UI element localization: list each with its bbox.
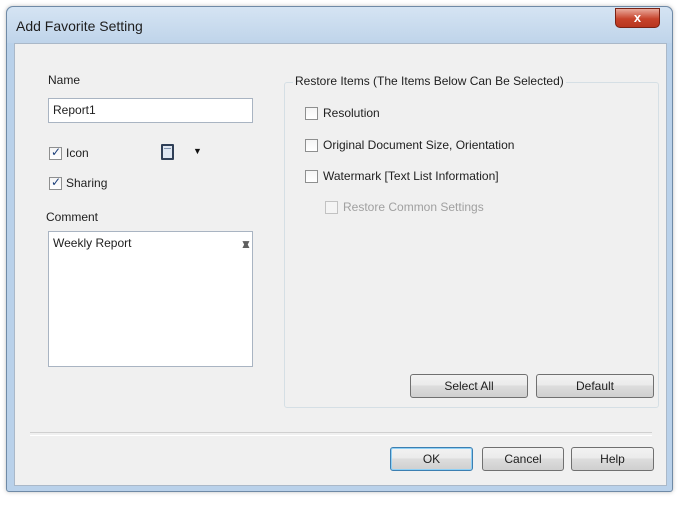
resolution-checkbox[interactable] — [305, 107, 318, 120]
original-document-size-label: Original Document Size, Orientation — [323, 138, 515, 152]
restore-items-group-title: Restore Items (The Items Below Can Be Se… — [293, 74, 566, 88]
comment-field-value: Weekly Report — [53, 236, 132, 250]
sharing-checkbox[interactable] — [49, 175, 62, 190]
chevron-down-icon: ▼ — [193, 146, 202, 156]
dialog-title: Add Favorite Setting — [16, 18, 143, 34]
watermark-checkbox[interactable] — [305, 170, 318, 183]
ok-button[interactable]: OK — [390, 447, 473, 471]
icon-checkbox[interactable] — [49, 145, 62, 160]
restore-common-settings-label: Restore Common Settings — [343, 200, 484, 214]
icon-checkbox-label: Icon — [66, 146, 89, 160]
resolution-label: Resolution — [323, 106, 380, 120]
original-document-size-checkbox[interactable] — [305, 139, 318, 152]
name-label: Name — [48, 73, 81, 87]
select-all-button[interactable]: Select All — [410, 374, 528, 398]
restore-common-settings-checkbox[interactable] — [325, 201, 338, 214]
comment-scrollbar[interactable]: ▲ ▼ — [236, 233, 252, 365]
close-icon: x — [633, 10, 642, 25]
title-bar[interactable]: Add Favorite Setting x — [7, 7, 672, 43]
help-button[interactable]: Help — [571, 447, 654, 471]
comment-field[interactable]: Weekly Report ▲ ▼ — [48, 231, 253, 367]
comment-label: Comment — [46, 210, 99, 224]
default-button[interactable]: Default — [536, 374, 654, 398]
dialog-window: Add Favorite Setting x Name Report1 Icon… — [6, 6, 673, 492]
watermark-label: Watermark [Text List Information] — [323, 169, 499, 183]
name-field-value: Report1 — [53, 103, 96, 117]
dialog-client-area: Name Report1 Icon ▼ Sharing Comment Week… — [14, 43, 667, 486]
icon-selector-dropdown[interactable]: ▼ — [147, 140, 209, 165]
scroll-down-icon[interactable]: ▼ — [240, 237, 252, 361]
cancel-button[interactable]: Cancel — [482, 447, 564, 471]
restore-items-group — [284, 82, 659, 408]
name-field[interactable]: Report1 — [48, 98, 253, 123]
document-icon — [161, 144, 174, 160]
close-button[interactable]: x — [615, 8, 660, 28]
separator-line — [30, 432, 652, 436]
sharing-checkbox-label: Sharing — [66, 176, 108, 190]
